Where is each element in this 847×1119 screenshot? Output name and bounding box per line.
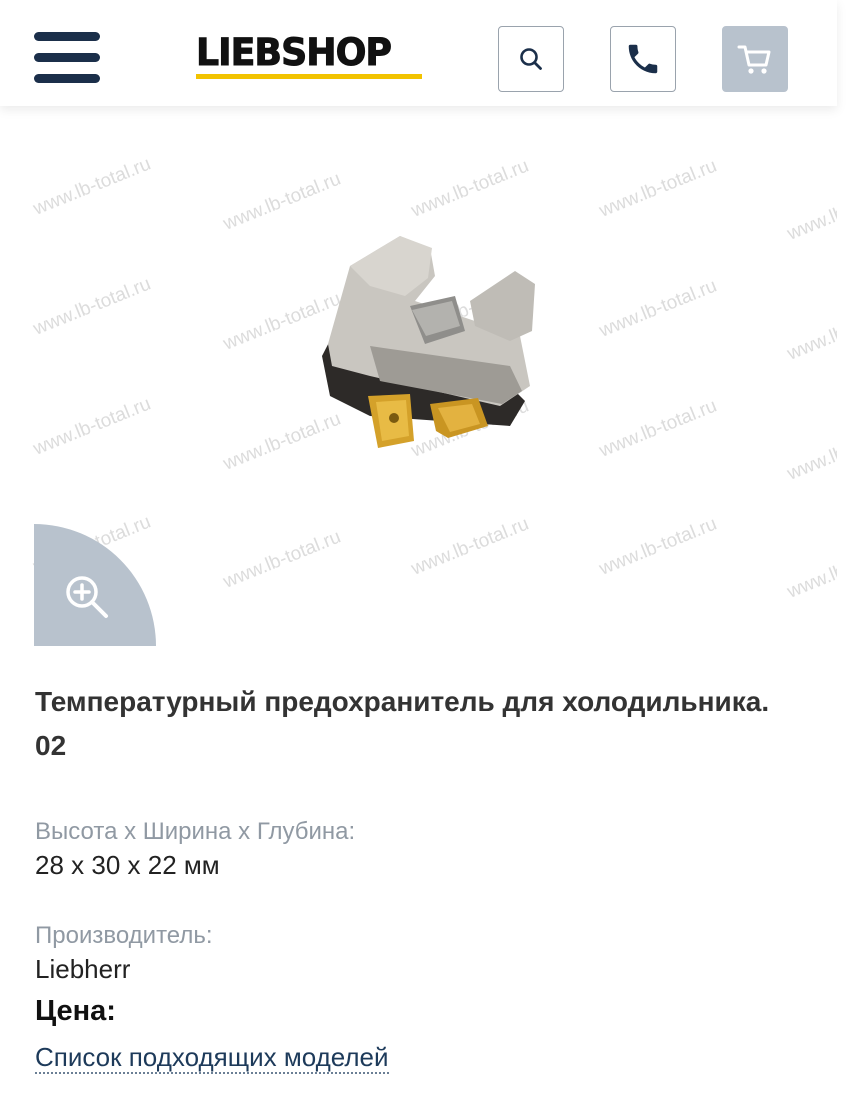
compatible-models-link[interactable]: Список подходящих моделей	[35, 1042, 389, 1074]
watermark: www.lb-total.ru	[30, 393, 154, 460]
watermark: www.lb-total.ru	[408, 155, 532, 222]
cart-icon	[737, 45, 771, 74]
watermark: www.lb-total.ru	[596, 155, 720, 222]
search-icon	[520, 48, 542, 70]
search-button[interactable]	[498, 26, 564, 92]
phone-button[interactable]	[610, 26, 676, 92]
watermark: www.lb-total.ru	[784, 536, 837, 603]
dimensions-label: Высота x Ширина x Глубина:	[35, 818, 356, 845]
product-image[interactable]	[310, 226, 550, 476]
zoom-in-icon	[66, 576, 108, 618]
manufacturer-label: Производитель:	[35, 922, 213, 949]
product-info: Температурный предохранитель для холодил…	[35, 680, 805, 1074]
site-header: LIEBSHOP	[0, 0, 837, 106]
logo-underline	[196, 74, 422, 79]
manufacturer-value: Liebherr	[35, 954, 131, 984]
hamburger-menu-icon[interactable]	[34, 30, 100, 86]
watermark: www.lb-total.ru	[784, 178, 837, 245]
product-title: Температурный предохранитель для холодил…	[35, 686, 770, 761]
cart-button[interactable]	[722, 26, 788, 92]
phone-icon	[628, 44, 658, 74]
product-gallery[interactable]: www.lb-total.ru www.lb-total.ru www.lb-t…	[0, 106, 837, 661]
watermark: www.lb-total.ru	[596, 395, 720, 462]
price-label: Цена:	[35, 995, 116, 1027]
logo-text: LIEBSHOP	[196, 31, 393, 74]
site-logo[interactable]: LIEBSHOP	[196, 31, 424, 82]
watermark: www.lb-total.ru	[220, 526, 344, 593]
watermark: www.lb-total.ru	[596, 275, 720, 342]
zoom-button[interactable]	[34, 524, 156, 646]
watermark: www.lb-total.ru	[408, 513, 532, 580]
watermark: www.lb-total.ru	[596, 513, 720, 580]
watermark: www.lb-total.ru	[30, 273, 154, 340]
watermark: www.lb-total.ru	[784, 298, 837, 365]
watermark: www.lb-total.ru	[784, 418, 837, 485]
watermark: www.lb-total.ru	[30, 153, 154, 220]
dimensions-value: 28 x 30 x 22 мм	[35, 850, 220, 880]
